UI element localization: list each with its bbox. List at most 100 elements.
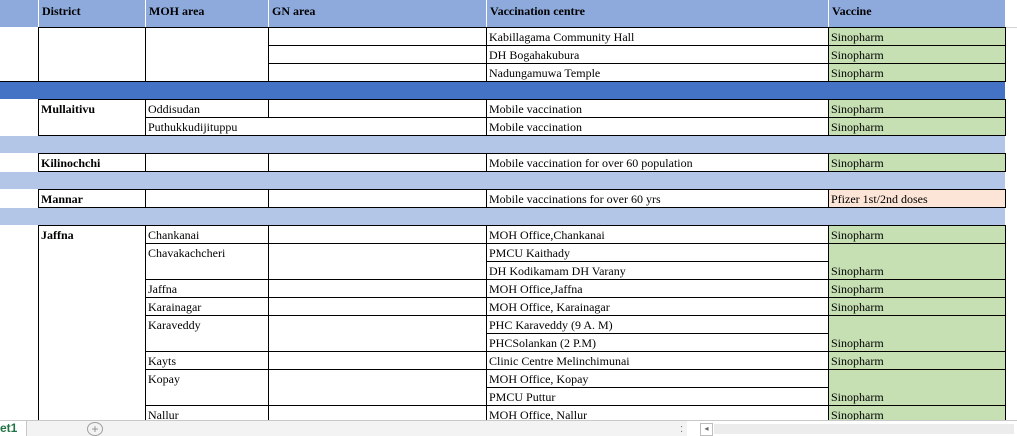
vaccine-cell[interactable] bbox=[828, 370, 1005, 388]
district-cell[interactable] bbox=[38, 46, 145, 64]
moh-area-cell[interactable]: Kopay bbox=[145, 370, 268, 388]
vaccine-cell[interactable]: Sinopharm bbox=[828, 154, 1005, 172]
district-cell[interactable] bbox=[38, 118, 145, 136]
gn-area-cell[interactable] bbox=[268, 406, 486, 420]
gn-area-cell[interactable] bbox=[268, 370, 486, 388]
moh-area-cell[interactable] bbox=[145, 154, 268, 172]
district-cell[interactable] bbox=[38, 406, 145, 420]
gn-area-cell[interactable] bbox=[268, 28, 486, 46]
district-cell[interactable]: Mannar bbox=[38, 190, 145, 208]
vaccine-cell[interactable]: Sinopharm bbox=[828, 226, 1005, 244]
vaccination-centre-cell[interactable]: DH Bogahakubura bbox=[486, 46, 828, 64]
gn-area-cell[interactable] bbox=[268, 298, 486, 316]
vaccine-cell[interactable]: Sinopharm bbox=[828, 64, 1005, 82]
district-cell[interactable] bbox=[38, 388, 145, 406]
vaccine-cell[interactable]: Sinopharm bbox=[828, 298, 1005, 316]
vaccine-cell[interactable]: Sinopharm bbox=[828, 262, 1005, 280]
vaccination-centre-cell[interactable]: Mobile vaccination bbox=[486, 118, 828, 136]
scroll-left-icon[interactable]: ◂ bbox=[700, 423, 713, 436]
gn-area-cell[interactable] bbox=[268, 334, 486, 352]
vaccination-centre-cell[interactable]: PMCU Puttur bbox=[486, 388, 828, 406]
add-sheet-icon[interactable]: + bbox=[87, 422, 103, 436]
moh-area-cell[interactable] bbox=[145, 388, 268, 406]
district-cell[interactable] bbox=[38, 64, 145, 82]
moh-area-cell[interactable]: Oddisudan bbox=[145, 100, 268, 118]
district-cell[interactable] bbox=[38, 352, 145, 370]
vaccination-centre-cell[interactable]: MOH Office, Nallur bbox=[486, 406, 828, 420]
vaccination-centre-cell[interactable]: PHCSolankan (2 P.M) bbox=[486, 334, 828, 352]
tab-split-handle-icon[interactable]: : bbox=[680, 423, 683, 435]
vaccine-cell[interactable]: Pfizer 1st/2nd doses bbox=[828, 190, 1005, 208]
vaccination-centre-cell[interactable]: DH Kodikamam DH Varany bbox=[486, 262, 828, 280]
vaccination-centre-cell[interactable]: MOH Office,Jaffna bbox=[486, 280, 828, 298]
header-moh-area[interactable]: MOH area bbox=[145, 0, 268, 27]
header-vaccination-centre[interactable]: Vaccination centre bbox=[486, 0, 828, 27]
district-cell[interactable] bbox=[38, 244, 145, 262]
moh-area-cell[interactable]: Chankanai bbox=[145, 226, 268, 244]
vaccination-centre-cell[interactable]: MOH Office, Karainagar bbox=[486, 298, 828, 316]
vaccination-centre-cell[interactable]: Mobile vaccination bbox=[486, 100, 828, 118]
vaccination-centre-cell[interactable]: Kabillagama Community Hall bbox=[486, 28, 828, 46]
vaccine-cell[interactable]: Sinopharm bbox=[828, 334, 1005, 352]
moh-area-cell[interactable] bbox=[145, 334, 268, 352]
vaccine-cell[interactable]: Sinopharm bbox=[828, 46, 1005, 64]
moh-area-cell[interactable]: Puthukkudijituppu bbox=[145, 118, 486, 136]
vaccine-cell[interactable] bbox=[828, 316, 1005, 334]
gn-area-cell[interactable] bbox=[268, 190, 486, 208]
moh-area-cell[interactable]: Karainagar bbox=[145, 298, 268, 316]
gn-area-cell[interactable] bbox=[268, 226, 486, 244]
vaccine-cell[interactable]: Sinopharm bbox=[828, 280, 1005, 298]
moh-area-cell[interactable] bbox=[145, 46, 268, 64]
header-district[interactable]: District bbox=[38, 0, 145, 27]
moh-area-cell[interactable] bbox=[145, 64, 268, 82]
vaccine-cell[interactable]: Sinopharm bbox=[828, 388, 1005, 406]
moh-area-cell[interactable]: Karaveddy bbox=[145, 316, 268, 334]
vaccine-cell[interactable] bbox=[828, 244, 1005, 262]
district-cell[interactable]: Kilinochchi bbox=[38, 154, 145, 172]
district-cell[interactable] bbox=[38, 370, 145, 388]
horizontal-scrollbar[interactable] bbox=[714, 424, 1014, 434]
vaccine-cell[interactable]: Sinopharm bbox=[828, 406, 1005, 420]
moh-area-cell[interactable]: Kayts bbox=[145, 352, 268, 370]
district-cell[interactable] bbox=[38, 28, 145, 46]
district-cell[interactable] bbox=[38, 316, 145, 334]
moh-area-cell[interactable]: Jaffna bbox=[145, 280, 268, 298]
vaccination-centre-cell[interactable]: MOH Office, Kopay bbox=[486, 370, 828, 388]
vaccination-centre-cell[interactable]: Nadungamuwa Temple bbox=[486, 64, 828, 82]
moh-area-cell[interactable] bbox=[145, 262, 268, 280]
vaccination-centre-cell[interactable]: Mobile vaccination for over 60 populatio… bbox=[486, 154, 828, 172]
moh-area-cell[interactable] bbox=[145, 28, 268, 46]
gn-area-cell[interactable] bbox=[268, 316, 486, 334]
vaccination-centre-cell[interactable]: Clinic Centre Melinchimunai bbox=[486, 352, 828, 370]
moh-area-cell[interactable]: Nallur bbox=[145, 406, 268, 420]
gn-area-cell[interactable] bbox=[268, 388, 486, 406]
gn-area-cell[interactable] bbox=[268, 352, 486, 370]
gn-area-cell[interactable] bbox=[268, 64, 486, 82]
gn-area-cell[interactable] bbox=[268, 244, 486, 262]
district-cell[interactable]: Mullaitivu bbox=[38, 100, 145, 118]
sheet-tab[interactable]: et1 bbox=[0, 421, 17, 436]
gn-area-cell[interactable] bbox=[268, 154, 486, 172]
moh-area-cell[interactable] bbox=[145, 190, 268, 208]
district-cell[interactable] bbox=[38, 280, 145, 298]
vaccination-centre-cell[interactable]: PMCU Kaithady bbox=[486, 244, 828, 262]
gn-area-cell[interactable] bbox=[268, 46, 486, 64]
vaccine-cell[interactable]: Sinopharm bbox=[828, 118, 1005, 136]
spreadsheet-grid[interactable]: District MOH area GN area Vaccination ce… bbox=[0, 0, 1017, 420]
vaccination-centre-cell[interactable]: Mobile vaccinations for over 60 yrs bbox=[486, 190, 828, 208]
district-cell[interactable] bbox=[38, 262, 145, 280]
moh-area-cell[interactable]: Chavakachcheri bbox=[145, 244, 268, 262]
vaccine-cell[interactable]: Sinopharm bbox=[828, 352, 1005, 370]
district-cell[interactable] bbox=[38, 334, 145, 352]
vaccine-cell[interactable]: Sinopharm bbox=[828, 100, 1005, 118]
gn-area-cell[interactable] bbox=[268, 100, 486, 118]
district-cell[interactable]: Jaffna bbox=[38, 226, 145, 244]
vaccine-cell[interactable]: Sinopharm bbox=[828, 28, 1005, 46]
gn-area-cell[interactable] bbox=[268, 262, 486, 280]
district-cell[interactable] bbox=[38, 298, 145, 316]
vaccination-centre-cell[interactable]: PHC Karaveddy (9 A. M) bbox=[486, 316, 828, 334]
header-gn-area[interactable]: GN area bbox=[268, 0, 486, 27]
vaccination-centre-cell[interactable]: MOH Office,Chankanai bbox=[486, 226, 828, 244]
gn-area-cell[interactable] bbox=[268, 280, 486, 298]
header-vaccine[interactable]: Vaccine bbox=[828, 0, 1005, 27]
